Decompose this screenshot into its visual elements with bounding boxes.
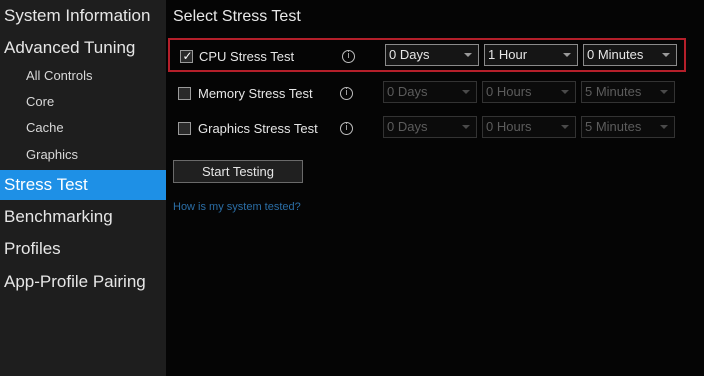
- how-is-my-system-tested-link[interactable]: How is my system tested?: [173, 200, 301, 214]
- sidebar-item-cache[interactable]: Cache: [0, 120, 166, 136]
- memory-stress-test-label: Memory Stress Test: [198, 86, 313, 101]
- memory-hours-value: 0 Hours: [486, 84, 532, 99]
- graphics-days-value: 0 Days: [387, 119, 428, 134]
- cpu-minutes-value: 0 Minutes: [587, 47, 644, 62]
- sidebar: System Information Advanced Tuning All C…: [0, 0, 166, 376]
- chevron-down-icon: [561, 90, 569, 94]
- info-icon[interactable]: i: [340, 87, 353, 100]
- chevron-down-icon: [660, 90, 668, 94]
- cpu-days-select[interactable]: 0 Days: [385, 44, 479, 66]
- cpu-stress-test-checkbox[interactable]: ✓: [180, 49, 193, 63]
- main-panel: Select Stress Test ✓ CPU Stress Test i 0…: [166, 0, 704, 376]
- sidebar-item-graphics[interactable]: Graphics: [0, 147, 166, 163]
- cpu-hours-value: 1 Hour: [488, 47, 528, 62]
- graphics-days-select[interactable]: 0 Days: [383, 116, 477, 138]
- page-title: Select Stress Test: [173, 8, 301, 25]
- chevron-down-icon: [662, 53, 670, 57]
- sidebar-item-core[interactable]: Core: [0, 94, 166, 110]
- memory-minutes-value: 5 Minutes: [585, 84, 642, 99]
- sidebar-item-advanced-tuning[interactable]: Advanced Tuning: [0, 38, 166, 58]
- app-window: System Information Advanced Tuning All C…: [0, 0, 704, 376]
- check-icon: ✓: [182, 49, 193, 63]
- info-icon[interactable]: i: [342, 50, 355, 63]
- cpu-days-value: 0 Days: [389, 47, 430, 62]
- memory-hours-select[interactable]: 0 Hours: [482, 81, 576, 103]
- graphics-stress-test-row: Graphics Stress Test i 0 Days 0 Hours 5 …: [166, 113, 704, 143]
- cpu-minutes-select[interactable]: 0 Minutes: [583, 44, 677, 66]
- graphics-stress-test-checkbox[interactable]: [178, 122, 191, 135]
- chevron-down-icon: [464, 53, 472, 57]
- memory-minutes-select[interactable]: 5 Minutes: [581, 81, 675, 103]
- chevron-down-icon: [462, 125, 470, 129]
- memory-days-select[interactable]: 0 Days: [383, 81, 477, 103]
- chevron-down-icon: [563, 53, 571, 57]
- cpu-stress-test-row: ✓ CPU Stress Test i 0 Days 1 Hour 0 Minu…: [168, 38, 686, 72]
- sidebar-item-benchmarking[interactable]: Benchmarking: [0, 207, 166, 227]
- info-icon[interactable]: i: [340, 122, 353, 135]
- sidebar-item-system-information[interactable]: System Information: [0, 6, 166, 26]
- sidebar-item-app-profile-pairing[interactable]: App-Profile Pairing: [0, 272, 166, 292]
- sidebar-item-profiles[interactable]: Profiles: [0, 239, 166, 259]
- chevron-down-icon: [462, 90, 470, 94]
- cpu-stress-test-label: CPU Stress Test: [199, 49, 295, 64]
- start-testing-button[interactable]: Start Testing: [173, 160, 303, 183]
- graphics-minutes-value: 5 Minutes: [585, 119, 642, 134]
- graphics-hours-select[interactable]: 0 Hours: [482, 116, 576, 138]
- cpu-hours-select[interactable]: 1 Hour: [484, 44, 578, 66]
- sidebar-item-stress-test[interactable]: Stress Test: [0, 170, 166, 200]
- graphics-stress-test-label: Graphics Stress Test: [198, 121, 318, 136]
- sidebar-item-all-controls[interactable]: All Controls: [0, 68, 166, 84]
- memory-days-value: 0 Days: [387, 84, 428, 99]
- memory-stress-test-checkbox[interactable]: [178, 87, 191, 100]
- memory-stress-test-row: Memory Stress Test i 0 Days 0 Hours 5 Mi…: [166, 78, 704, 108]
- chevron-down-icon: [561, 125, 569, 129]
- graphics-hours-value: 0 Hours: [486, 119, 532, 134]
- graphics-minutes-select[interactable]: 5 Minutes: [581, 116, 675, 138]
- chevron-down-icon: [660, 125, 668, 129]
